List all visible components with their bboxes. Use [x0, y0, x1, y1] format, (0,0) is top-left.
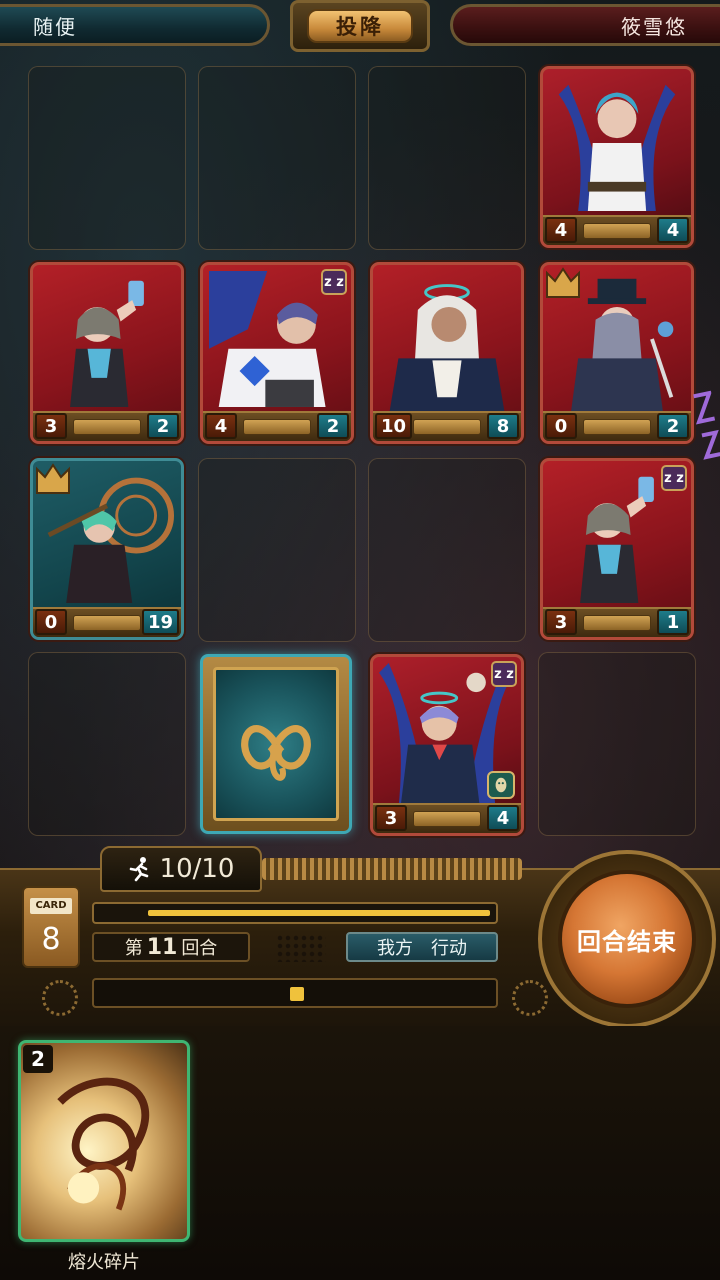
unit-card[interactable]: 10 8	[370, 262, 524, 444]
turn-counter: 第 11 回合	[92, 932, 250, 962]
crown-icon	[546, 267, 580, 298]
sleep-status-icon: z z	[321, 269, 347, 295]
tentacle-emblem-icon	[241, 725, 311, 781]
card-count-label: CARD	[30, 898, 72, 914]
top-bar: 随便 投降 筱雪悠	[0, 0, 720, 56]
card-health: 2	[147, 413, 179, 439]
card-art-selfie-girl	[70, 280, 144, 407]
player-name: 随便	[33, 14, 77, 39]
board-slot-empty[interactable]	[198, 66, 356, 250]
board-slot-empty[interactable]	[368, 458, 526, 642]
speaker-grille	[276, 934, 326, 962]
sleep-status-icon: z z	[661, 465, 687, 491]
unit-card[interactable]: z z 4 2	[200, 262, 354, 444]
action-points-display: 10/10	[100, 846, 262, 892]
card-health: 8	[487, 413, 519, 439]
phase-indicator: 我方 行动	[346, 932, 498, 962]
unit-card[interactable]: z z 3 4	[370, 654, 524, 836]
card-attack: 3	[545, 609, 577, 635]
player-nameplate: 随便	[0, 4, 270, 46]
card-health: 2	[317, 413, 349, 439]
card-health: 4	[657, 217, 689, 243]
turn-suffix: 回合	[181, 938, 218, 959]
unit-card[interactable]: 3 2	[30, 262, 184, 444]
card-health: 2	[657, 413, 689, 439]
card-attack: 3	[375, 805, 407, 831]
surrender-frame: 投降	[290, 0, 430, 52]
board-slot-empty[interactable]	[198, 458, 356, 642]
card-art-winged-musician	[558, 84, 676, 211]
battle-board: 4 4 3 2 z z 4 2 10 8 0 2 0 19 z z 3 1 z …	[28, 66, 698, 836]
crown-icon	[36, 463, 70, 494]
turn-timer-fill	[148, 910, 490, 916]
end-turn-button[interactable]: 回合结束	[558, 870, 696, 1008]
mask-status-icon	[487, 771, 515, 799]
decorative-pipe	[262, 858, 522, 880]
sleep-status-icon: z z	[491, 661, 517, 687]
board-slot-empty[interactable]	[538, 652, 696, 836]
unit-card[interactable]: 4 4	[540, 66, 694, 248]
card-attack: 10	[375, 413, 413, 439]
hand-card-cost: 2	[23, 1045, 53, 1073]
turn-timer-bar	[92, 902, 498, 924]
position-marker	[290, 987, 304, 1001]
phase-action: 行动	[431, 938, 467, 959]
running-figure-icon	[129, 857, 148, 882]
position-track	[92, 978, 498, 1008]
opponent-name: 筱雪悠	[621, 14, 687, 39]
surrender-button[interactable]: 投降	[307, 9, 413, 43]
board-slot-empty[interactable]	[28, 66, 186, 250]
unit-card[interactable]: z z 3 1	[540, 458, 694, 640]
end-turn-frame: 回合结束	[538, 850, 716, 1028]
gear-icon	[42, 980, 78, 1016]
board-slot-empty[interactable]	[28, 652, 186, 836]
hand-card-name: 熔火碎片	[68, 1252, 140, 1273]
board-slot-empty[interactable]	[368, 66, 526, 250]
card-attack: 3	[35, 413, 67, 439]
card-health: 4	[487, 805, 519, 831]
opponent-nameplate: 筱雪悠	[450, 4, 720, 46]
deck-pile[interactable]	[200, 654, 352, 834]
unit-card[interactable]: 0 19	[30, 458, 184, 640]
card-attack: 4	[545, 217, 577, 243]
hand-area: 2 熔火碎片	[0, 1026, 720, 1280]
deck-card-back	[213, 667, 339, 821]
gear-icon	[512, 980, 548, 1016]
unit-card[interactable]: 0 2	[540, 262, 694, 444]
action-points-value: 10/10	[159, 854, 235, 884]
card-count-badge: CARD 8	[22, 886, 80, 968]
card-health: 1	[657, 609, 689, 635]
card-health: 19	[141, 609, 179, 635]
hand-card[interactable]: 2	[18, 1040, 190, 1242]
phase-side: 我方	[377, 938, 413, 959]
card-attack: 0	[545, 413, 577, 439]
card-art-silver-haired-woman	[388, 284, 506, 417]
turn-prefix: 第	[124, 938, 143, 959]
card-count-value: 8	[41, 922, 61, 957]
card-attack: 4	[205, 413, 237, 439]
turn-number: 11	[146, 934, 178, 960]
control-panel: 10/10 CARD 8 第 11 回合 我方 行动 回合结束	[0, 846, 720, 1028]
card-attack: 0	[35, 609, 67, 635]
